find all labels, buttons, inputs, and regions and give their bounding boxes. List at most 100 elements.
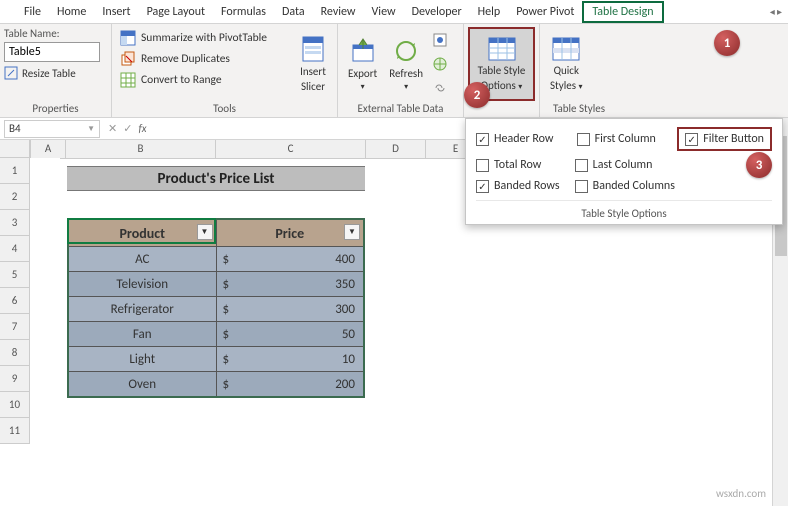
- menu-tab-table-design[interactable]: Table Design: [582, 1, 663, 23]
- table-cell[interactable]: $50: [217, 322, 364, 346]
- option-banded-rows[interactable]: ✓ Banded Rows: [476, 179, 575, 193]
- row-header[interactable]: 10: [0, 392, 30, 418]
- summarize-pivot-button[interactable]: Summarize with PivotTable: [116, 29, 293, 47]
- col-header[interactable]: B: [66, 140, 216, 158]
- group-label-tools: Tools: [116, 101, 333, 116]
- enter-icon[interactable]: ✓: [123, 122, 132, 135]
- ribbon-group-properties: Table Name: Resize Table Properties: [0, 24, 112, 117]
- menu-tab-help[interactable]: Help: [470, 2, 509, 22]
- table-cell[interactable]: $350: [217, 272, 364, 296]
- fx-icon[interactable]: fx: [138, 122, 146, 135]
- menu-tab-review[interactable]: Review: [313, 2, 364, 22]
- table-name-label: Table Name:: [4, 27, 100, 40]
- table-header-price[interactable]: Price▼: [217, 220, 364, 246]
- row-header[interactable]: 11: [0, 418, 30, 444]
- menu-tab-data[interactable]: Data: [274, 2, 313, 22]
- menu-tab-formulas[interactable]: Formulas: [213, 2, 274, 22]
- table-cell[interactable]: Fan: [69, 322, 217, 346]
- data-table: Product▼ Price▼ AC$400 Television$350 Re…: [67, 218, 365, 398]
- table-cell[interactable]: AC: [69, 247, 217, 271]
- table-name-input[interactable]: [4, 42, 100, 62]
- table-cell[interactable]: Light: [69, 347, 217, 371]
- option-filter-button[interactable]: ✓Filter Button: [677, 127, 772, 151]
- col-header[interactable]: D: [366, 140, 426, 158]
- banded-rows-label: Banded Rows: [494, 179, 560, 193]
- table-cell[interactable]: $400: [217, 247, 364, 271]
- banded-cols-label: Banded Columns: [593, 179, 675, 193]
- checkbox-checked-icon: ✓: [476, 180, 489, 193]
- checkbox-checked-icon: ✓: [476, 133, 489, 146]
- row-header[interactable]: 4: [0, 236, 30, 262]
- remove-duplicates-button[interactable]: Remove Duplicates: [116, 50, 293, 68]
- filter-dropdown-button[interactable]: ▼: [344, 224, 360, 240]
- menu-tab-view[interactable]: View: [364, 2, 404, 22]
- cancel-icon[interactable]: ✕: [108, 122, 117, 135]
- option-header-row[interactable]: ✓ Header Row: [476, 127, 577, 151]
- row-header[interactable]: 7: [0, 314, 30, 340]
- remove-dup-icon: [120, 51, 136, 67]
- row-header[interactable]: 8: [0, 340, 30, 366]
- summarize-label: Summarize with PivotTable: [141, 31, 267, 45]
- option-total-row[interactable]: Total Row: [476, 158, 575, 172]
- table-cell[interactable]: $200: [217, 372, 364, 396]
- insert-slicer-button[interactable]: Insert Slicer: [293, 27, 333, 101]
- quick-styles-button[interactable]: Quick Styles ▾: [544, 27, 589, 101]
- name-box[interactable]: B4▼: [4, 120, 100, 138]
- chevron-down-icon: ▾: [518, 82, 522, 92]
- slicer-icon: [299, 35, 327, 63]
- group-label-external: External Table Data: [342, 101, 459, 116]
- row-header[interactable]: 6: [0, 288, 30, 314]
- ribbon-group-external: Export ▾ Refresh ▾ External Table Data: [338, 24, 464, 117]
- menu-bar: File Home Insert Page Layout Formulas Da…: [0, 0, 788, 24]
- option-first-column[interactable]: First Column: [577, 127, 678, 151]
- table-style-options-icon: [487, 36, 517, 62]
- table-cell[interactable]: Television: [69, 272, 217, 296]
- last-col-label: Last Column: [593, 158, 653, 172]
- table-cell[interactable]: Oven: [69, 372, 217, 396]
- open-browser-icon[interactable]: [431, 55, 449, 73]
- menu-tab-insert[interactable]: Insert: [94, 2, 138, 22]
- ribbon: Table Name: Resize Table Properties Summ…: [0, 24, 788, 118]
- row-header[interactable]: 2: [0, 184, 30, 210]
- refresh-icon: [392, 37, 420, 65]
- filter-dropdown-button[interactable]: ▼: [197, 224, 213, 240]
- chevron-down-icon[interactable]: ▼: [87, 124, 95, 134]
- export-label: Export: [348, 68, 377, 80]
- checkbox-icon: [575, 159, 588, 172]
- refresh-button[interactable]: Refresh ▾: [383, 27, 429, 101]
- table-header-product[interactable]: Product▼: [69, 220, 217, 246]
- group-label-properties: Properties: [4, 101, 107, 116]
- row-header[interactable]: 1: [0, 158, 30, 184]
- menu-tab-developer[interactable]: Developer: [404, 2, 470, 22]
- convert-to-range-button[interactable]: Convert to Range: [116, 71, 293, 89]
- chevron-down-icon: ▾: [361, 83, 365, 92]
- option-banded-columns[interactable]: Banded Columns: [575, 179, 772, 193]
- col-header[interactable]: C: [216, 140, 366, 158]
- resize-table-button[interactable]: Resize Table: [4, 66, 100, 80]
- ribbon-overflow-icon[interactable]: ◂ ▸: [770, 5, 782, 18]
- pivot-icon: [120, 30, 136, 46]
- table-cell[interactable]: Refrigerator: [69, 297, 217, 321]
- menu-tab-power-pivot[interactable]: Power Pivot: [508, 2, 582, 22]
- row-header[interactable]: 5: [0, 262, 30, 288]
- export-icon: [349, 37, 377, 65]
- table-cell[interactable]: $300: [217, 297, 364, 321]
- header-row-label: Header Row: [494, 132, 554, 146]
- properties-icon[interactable]: [431, 31, 449, 49]
- col-header[interactable]: A: [30, 140, 66, 158]
- row-header[interactable]: 9: [0, 366, 30, 392]
- convert-range-icon: [120, 72, 136, 88]
- unlink-icon[interactable]: [431, 79, 449, 97]
- select-all-corner[interactable]: [0, 140, 30, 158]
- export-button[interactable]: Export ▾: [342, 27, 383, 101]
- table-style-options-dropdown: ✓Header Row First Column ✓Filter Button …: [465, 118, 783, 225]
- menu-tab-page-layout[interactable]: Page Layout: [139, 2, 213, 22]
- callout-3: 3: [746, 152, 772, 178]
- menu-tab-file[interactable]: File: [16, 2, 49, 22]
- row-header[interactable]: 3: [0, 210, 30, 236]
- table-cell[interactable]: $10: [217, 347, 364, 371]
- menu-tab-home[interactable]: Home: [49, 2, 94, 22]
- option-last-column[interactable]: Last Column: [575, 158, 674, 172]
- title-banner: Product's Price List: [67, 166, 365, 191]
- first-col-label: First Column: [595, 132, 656, 146]
